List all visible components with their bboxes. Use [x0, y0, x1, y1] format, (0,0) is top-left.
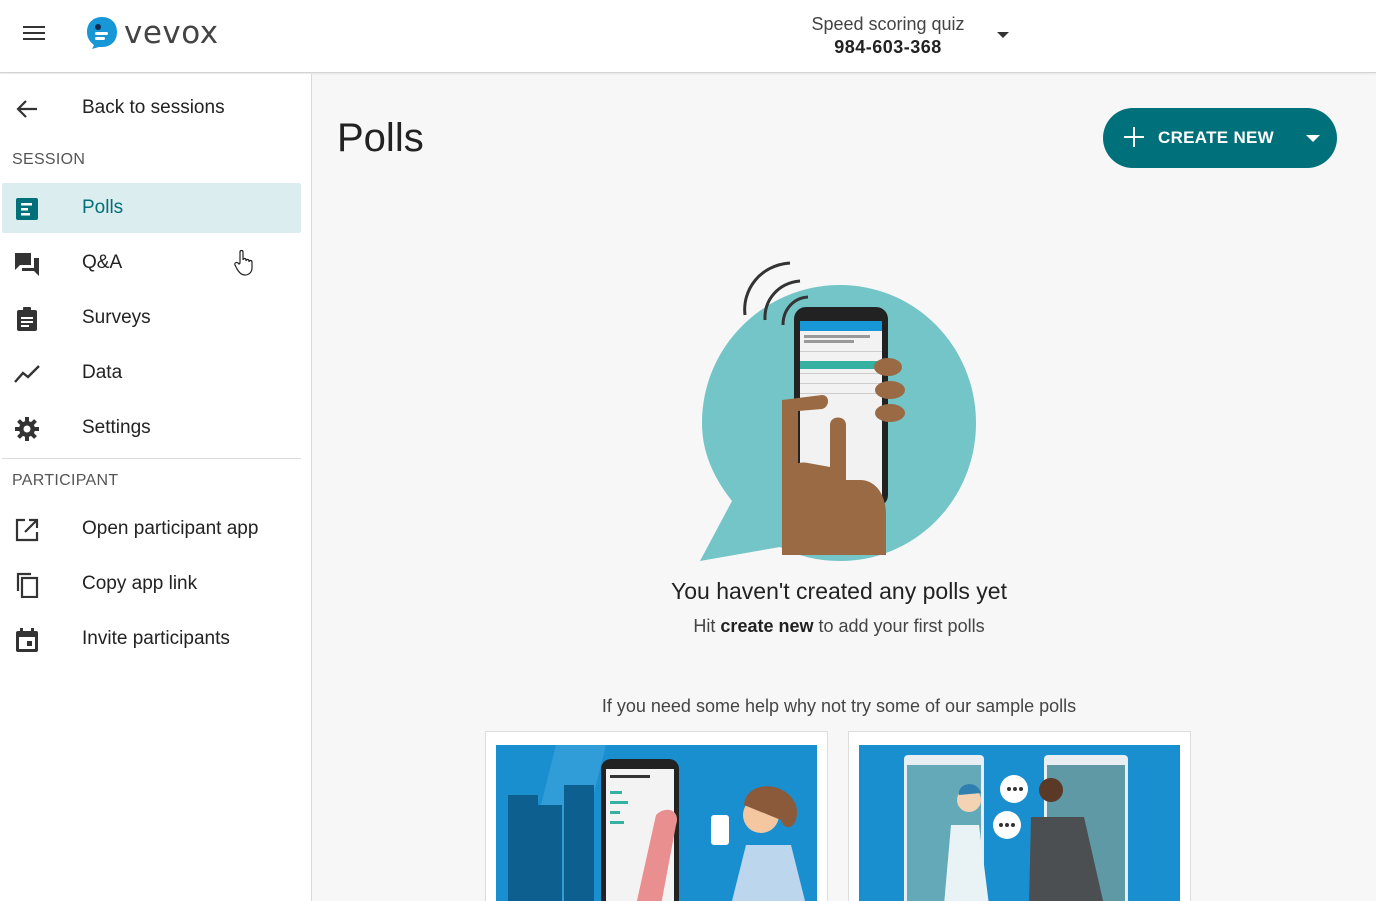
section-heading-participant: PARTICIPANT [12, 472, 119, 489]
empty-sub-prefix: Hit [693, 616, 716, 636]
open-external-icon [15, 518, 39, 542]
page-title: Polls [337, 116, 424, 160]
back-to-sessions-link[interactable]: Back to sessions [2, 83, 301, 133]
session-switcher[interactable]: Speed scoring quiz 984-603-368 [790, 12, 1020, 60]
sidebar-item-qa[interactable]: Q&A [2, 238, 301, 288]
sidebar-item-label: Data [82, 362, 123, 383]
caret-down-icon [1306, 135, 1320, 142]
brand-name: vevox [124, 15, 219, 51]
sidebar-item-label: Polls [82, 197, 124, 218]
vevox-logo[interactable]: vevox [86, 15, 219, 51]
hamburger-menu-icon[interactable] [18, 20, 52, 48]
trend-line-icon [14, 365, 40, 383]
sample-poll-card-2[interactable] [848, 731, 1191, 901]
sidebar-item-label: Invite participants [82, 628, 230, 649]
arrow-left-icon [16, 100, 37, 118]
sidebar-item-label: Copy app link [82, 573, 198, 594]
sidebar-divider [2, 458, 301, 459]
sidebar: Back to sessions SESSION Polls Q&A Surve… [0, 74, 312, 901]
caret-down-icon[interactable] [997, 32, 1009, 38]
calendar-icon [16, 628, 38, 652]
sidebar-item-label: Q&A [82, 252, 123, 273]
open-participant-app-link[interactable]: Open participant app [2, 504, 301, 554]
create-new-button[interactable]: CREATE NEW [1103, 108, 1337, 168]
clipboard-icon [17, 307, 37, 331]
qa-chat-icon [15, 253, 39, 276]
empty-state-subtitle: Hit create new to add your first polls [489, 616, 1189, 637]
sidebar-item-settings[interactable]: Settings [2, 403, 301, 453]
sample-poll-card-1[interactable] [485, 731, 828, 901]
back-label: Back to sessions [82, 97, 225, 118]
sidebar-item-surveys[interactable]: Surveys [2, 293, 301, 343]
top-bar: vevox Speed scoring quiz 984-603-368 [0, 0, 1376, 73]
polls-icon [16, 198, 38, 220]
sidebar-item-polls[interactable]: Polls [2, 183, 301, 233]
hand-pointer-cursor-icon [234, 249, 253, 276]
create-new-dropdown-toggle[interactable] [1289, 108, 1337, 168]
sample-poll-thumbnail [496, 745, 817, 901]
empty-state-title: You haven't created any polls yet [671, 578, 1007, 604]
empty-sub-emphasis: create new [720, 616, 814, 636]
empty-sub-suffix: to add your first polls [818, 616, 985, 636]
sample-polls-hint: If you need some help why not try some o… [601, 696, 1077, 716]
copy-app-link-button[interactable]: Copy app link [2, 559, 301, 609]
create-new-label: CREATE NEW [1158, 128, 1275, 147]
sidebar-item-label: Open participant app [82, 518, 259, 539]
empty-state-illustration [700, 261, 976, 561]
invite-participants-button[interactable]: Invite participants [2, 614, 301, 664]
session-code: 984-603-368 [834, 37, 942, 57]
plus-icon [1123, 126, 1145, 148]
vevox-logo-mark [87, 17, 117, 49]
section-heading-session: SESSION [12, 151, 86, 168]
gear-icon [15, 417, 39, 441]
session-title: Speed scoring quiz [811, 14, 965, 34]
sample-poll-thumbnail [859, 745, 1180, 901]
copy-icon [16, 572, 39, 598]
sidebar-item-data[interactable]: Data [2, 348, 301, 398]
sidebar-item-label: Surveys [82, 307, 151, 328]
sidebar-item-label: Settings [82, 417, 151, 438]
